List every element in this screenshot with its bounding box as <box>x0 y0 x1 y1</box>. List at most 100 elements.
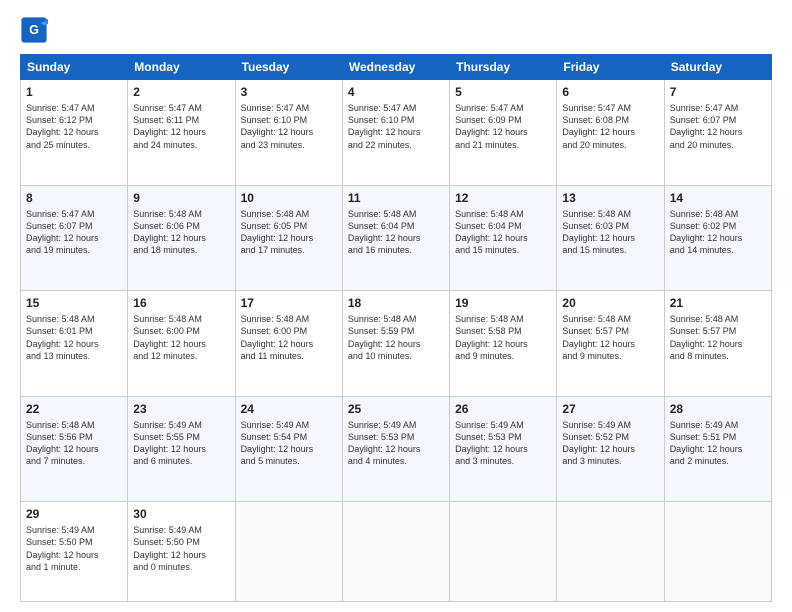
day-info: Sunrise: 5:48 AM Sunset: 6:05 PM Dayligh… <box>241 208 337 257</box>
calendar-day-cell: 3 Sunrise: 5:47 AM Sunset: 6:10 PM Daylig… <box>235 80 342 186</box>
calendar-day-cell: 8Sunrise: 5:47 AM Sunset: 6:07 PM Daylig… <box>21 185 128 291</box>
day-info: Sunrise: 5:48 AM Sunset: 5:56 PM Dayligh… <box>26 419 122 468</box>
svg-text:G: G <box>29 23 39 37</box>
weekday-header-tuesday: Tuesday <box>235 55 342 80</box>
calendar-header-row: SundayMondayTuesdayWednesdayThursdayFrid… <box>21 55 772 80</box>
day-number: 7 <box>670 84 766 100</box>
calendar-day-cell: 21Sunrise: 5:48 AM Sunset: 5:57 PM Dayli… <box>664 291 771 397</box>
calendar-week-row: 29 Sunrise: 5:49 AM Sunset: 5:50 PM Dayli… <box>21 502 772 602</box>
day-number: 22 <box>26 401 122 417</box>
weekday-header-thursday: Thursday <box>450 55 557 80</box>
calendar-day-cell: 15 Sunrise: 5:48 AM Sunset: 6:01 PM Dayli… <box>21 291 128 397</box>
day-number: 1 <box>26 84 122 100</box>
calendar-day-cell: 9 Sunrise: 5:48 AM Sunset: 6:06 PM Daylig… <box>128 185 235 291</box>
day-info: Sunrise: 5:48 AM Sunset: 6:03 PM Dayligh… <box>562 208 658 257</box>
day-number: 26 <box>455 401 551 417</box>
day-number: 29 <box>26 506 122 522</box>
calendar-day-cell: 24 Sunrise: 5:49 AM Sunset: 5:54 PM Dayli… <box>235 396 342 502</box>
day-info: Sunrise: 5:48 AM Sunset: 6:04 PM Dayligh… <box>348 208 444 257</box>
day-number: 30 <box>133 506 229 522</box>
day-number: 28 <box>670 401 766 417</box>
day-info: Sunrise: 5:47 AM Sunset: 6:07 PM Dayligh… <box>26 208 122 257</box>
weekday-header-wednesday: Wednesday <box>342 55 449 80</box>
weekday-header-saturday: Saturday <box>664 55 771 80</box>
day-number: 11 <box>348 190 444 206</box>
day-info: Sunrise: 5:49 AM Sunset: 5:55 PM Dayligh… <box>133 419 229 468</box>
day-info: Sunrise: 5:47 AM Sunset: 6:11 PM Dayligh… <box>133 102 229 151</box>
day-info: Sunrise: 5:47 AM Sunset: 6:08 PM Dayligh… <box>562 102 658 151</box>
calendar-day-cell: 14 Sunrise: 5:48 AM Sunset: 6:02 PM Dayli… <box>664 185 771 291</box>
day-info: Sunrise: 5:49 AM Sunset: 5:50 PM Dayligh… <box>26 524 122 573</box>
calendar-day-cell: 6Sunrise: 5:47 AM Sunset: 6:08 PM Daylig… <box>557 80 664 186</box>
logo-icon: G <box>20 16 48 44</box>
day-number: 18 <box>348 295 444 311</box>
day-number: 10 <box>241 190 337 206</box>
calendar-empty-cell <box>235 502 342 602</box>
day-info: Sunrise: 5:48 AM Sunset: 5:57 PM Dayligh… <box>562 313 658 362</box>
day-number: 3 <box>241 84 337 100</box>
calendar-day-cell: 10 Sunrise: 5:48 AM Sunset: 6:05 PM Dayli… <box>235 185 342 291</box>
day-info: Sunrise: 5:48 AM Sunset: 6:02 PM Dayligh… <box>670 208 766 257</box>
calendar-day-cell: 18Sunrise: 5:48 AM Sunset: 5:59 PM Dayli… <box>342 291 449 397</box>
day-info: Sunrise: 5:48 AM Sunset: 6:00 PM Dayligh… <box>133 313 229 362</box>
day-number: 17 <box>241 295 337 311</box>
calendar-day-cell: 22 Sunrise: 5:48 AM Sunset: 5:56 PM Dayli… <box>21 396 128 502</box>
day-info: Sunrise: 5:48 AM Sunset: 6:04 PM Dayligh… <box>455 208 551 257</box>
calendar-day-cell: 11 Sunrise: 5:48 AM Sunset: 6:04 PM Dayli… <box>342 185 449 291</box>
day-info: Sunrise: 5:47 AM Sunset: 6:09 PM Dayligh… <box>455 102 551 151</box>
day-info: Sunrise: 5:47 AM Sunset: 6:10 PM Dayligh… <box>241 102 337 151</box>
calendar-day-cell: 20Sunrise: 5:48 AM Sunset: 5:57 PM Dayli… <box>557 291 664 397</box>
day-number: 19 <box>455 295 551 311</box>
day-number: 14 <box>670 190 766 206</box>
day-number: 2 <box>133 84 229 100</box>
weekday-header-friday: Friday <box>557 55 664 80</box>
day-number: 23 <box>133 401 229 417</box>
calendar-week-row: 15 Sunrise: 5:48 AM Sunset: 6:01 PM Dayli… <box>21 291 772 397</box>
day-number: 15 <box>26 295 122 311</box>
calendar-day-cell: 12 Sunrise: 5:48 AM Sunset: 6:04 PM Dayli… <box>450 185 557 291</box>
calendar-day-cell: 1 Sunrise: 5:47 AM Sunset: 6:12 PM Daylig… <box>21 80 128 186</box>
day-number: 5 <box>455 84 551 100</box>
day-info: Sunrise: 5:49 AM Sunset: 5:52 PM Dayligh… <box>562 419 658 468</box>
calendar-day-cell: 17 Sunrise: 5:48 AM Sunset: 6:00 PM Dayli… <box>235 291 342 397</box>
weekday-header-monday: Monday <box>128 55 235 80</box>
calendar-day-cell: 23 Sunrise: 5:49 AM Sunset: 5:55 PM Dayli… <box>128 396 235 502</box>
calendar-empty-cell <box>664 502 771 602</box>
calendar-day-cell: 7 Sunrise: 5:47 AM Sunset: 6:07 PM Daylig… <box>664 80 771 186</box>
day-info: Sunrise: 5:47 AM Sunset: 6:07 PM Dayligh… <box>670 102 766 151</box>
day-info: Sunrise: 5:49 AM Sunset: 5:53 PM Dayligh… <box>455 419 551 468</box>
calendar-day-cell: 2 Sunrise: 5:47 AM Sunset: 6:11 PM Daylig… <box>128 80 235 186</box>
calendar-day-cell: 13 Sunrise: 5:48 AM Sunset: 6:03 PM Dayli… <box>557 185 664 291</box>
calendar-day-cell: 19 Sunrise: 5:48 AM Sunset: 5:58 PM Dayli… <box>450 291 557 397</box>
weekday-header-sunday: Sunday <box>21 55 128 80</box>
day-number: 24 <box>241 401 337 417</box>
day-number: 12 <box>455 190 551 206</box>
calendar-day-cell: 25Sunrise: 5:49 AM Sunset: 5:53 PM Dayli… <box>342 396 449 502</box>
calendar-empty-cell <box>557 502 664 602</box>
calendar-day-cell: 4Sunrise: 5:47 AM Sunset: 6:10 PM Daylig… <box>342 80 449 186</box>
calendar-week-row: 8Sunrise: 5:47 AM Sunset: 6:07 PM Daylig… <box>21 185 772 291</box>
day-info: Sunrise: 5:48 AM Sunset: 5:58 PM Dayligh… <box>455 313 551 362</box>
day-info: Sunrise: 5:49 AM Sunset: 5:54 PM Dayligh… <box>241 419 337 468</box>
calendar-day-cell: 16 Sunrise: 5:48 AM Sunset: 6:00 PM Dayli… <box>128 291 235 397</box>
calendar-day-cell: 29 Sunrise: 5:49 AM Sunset: 5:50 PM Dayli… <box>21 502 128 602</box>
day-number: 9 <box>133 190 229 206</box>
day-info: Sunrise: 5:47 AM Sunset: 6:12 PM Dayligh… <box>26 102 122 151</box>
day-number: 25 <box>348 401 444 417</box>
day-number: 13 <box>562 190 658 206</box>
page: G SundayMondayTuesdayWednesdayThursdayFr… <box>0 0 792 612</box>
day-info: Sunrise: 5:48 AM Sunset: 5:57 PM Dayligh… <box>670 313 766 362</box>
calendar-day-cell: 30Sunrise: 5:49 AM Sunset: 5:50 PM Dayli… <box>128 502 235 602</box>
day-info: Sunrise: 5:48 AM Sunset: 6:01 PM Dayligh… <box>26 313 122 362</box>
calendar-empty-cell <box>342 502 449 602</box>
calendar-week-row: 1 Sunrise: 5:47 AM Sunset: 6:12 PM Daylig… <box>21 80 772 186</box>
day-info: Sunrise: 5:47 AM Sunset: 6:10 PM Dayligh… <box>348 102 444 151</box>
day-info: Sunrise: 5:48 AM Sunset: 6:00 PM Dayligh… <box>241 313 337 362</box>
calendar-week-row: 22 Sunrise: 5:48 AM Sunset: 5:56 PM Dayli… <box>21 396 772 502</box>
day-info: Sunrise: 5:49 AM Sunset: 5:51 PM Dayligh… <box>670 419 766 468</box>
day-info: Sunrise: 5:48 AM Sunset: 6:06 PM Dayligh… <box>133 208 229 257</box>
day-number: 16 <box>133 295 229 311</box>
header: G <box>20 16 772 44</box>
day-number: 27 <box>562 401 658 417</box>
calendar-day-cell: 27 Sunrise: 5:49 AM Sunset: 5:52 PM Dayli… <box>557 396 664 502</box>
